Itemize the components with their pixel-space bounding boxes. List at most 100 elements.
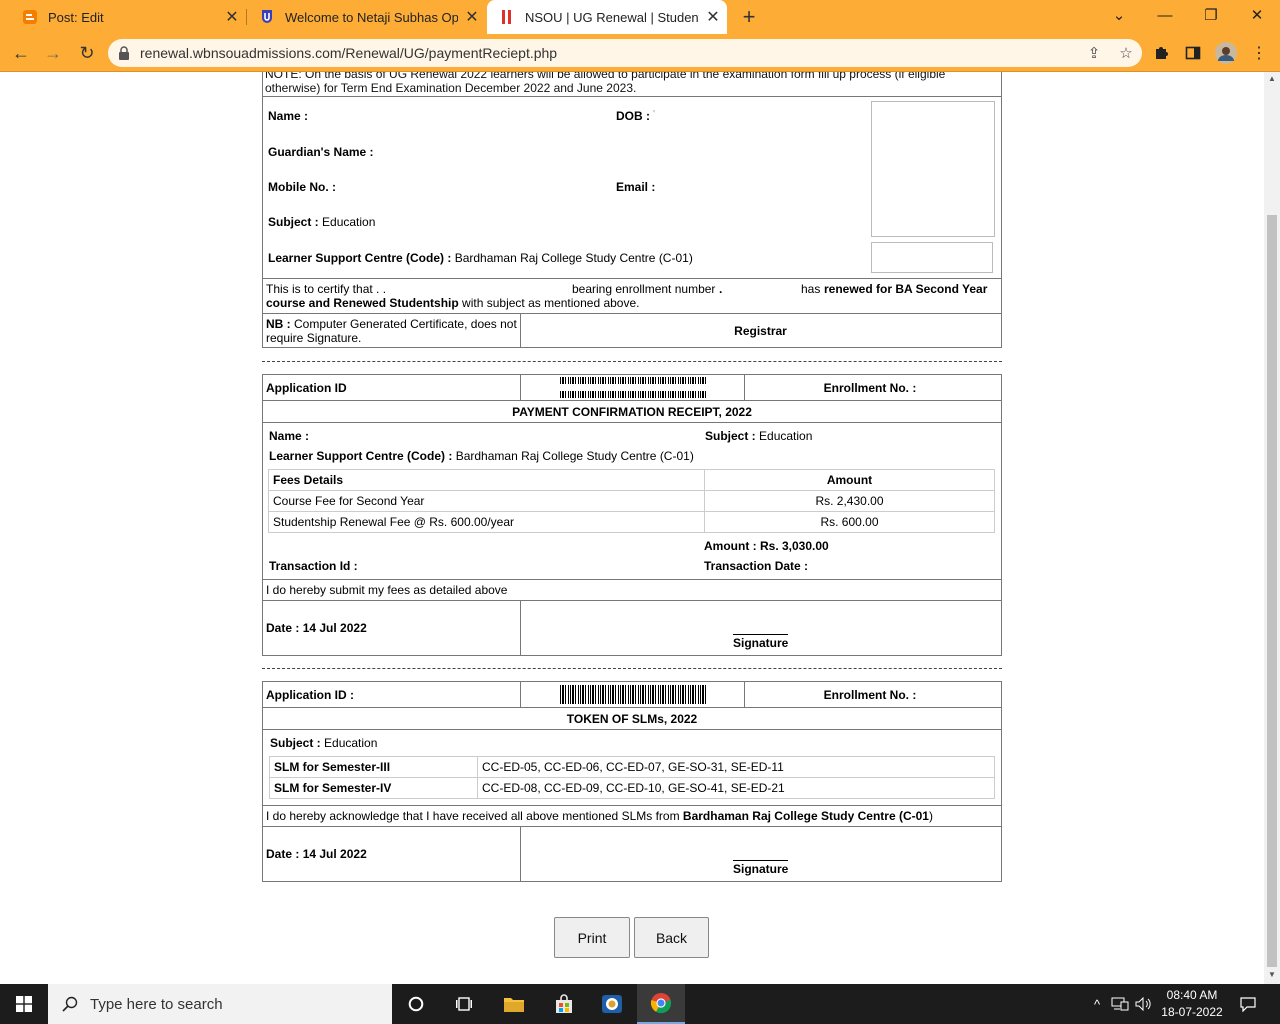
payment-name-label: Name : [269,429,310,443]
photo-app-icon[interactable] [588,984,636,1024]
slm-codes: CC-ED-05, CC-ED-06, CC-ED-07, GE-SO-31, … [477,756,995,778]
certify-renewed-text: renewed for BA Second Year [824,282,988,296]
divider [520,600,521,656]
scrollbar-thumb[interactable] [1267,215,1277,967]
profile-avatar[interactable] [1213,40,1239,66]
microsoft-store-icon[interactable] [540,984,588,1024]
search-icon [62,996,78,1012]
forward-arrow-icon[interactable]: → [40,40,66,66]
email-label: Email : [616,180,656,194]
payment-subject-row: Subject : Education [705,429,812,443]
close-tab-icon[interactable]: ✕ [699,7,727,27]
payment-subject-label: Subject : [705,429,756,443]
certificate-note: NOTE: On the basis of UG Renewal 2022 le… [265,72,998,95]
new-tab-button[interactable]: + [737,4,761,30]
fee-amount: Rs. 2,430.00 [704,490,995,512]
chrome-menu-icon[interactable]: ⋮ [1246,40,1272,66]
payment-date-value: 14 Jul 2022 [302,621,367,635]
divider [262,579,1002,580]
bookmark-star-icon[interactable]: ☆ [1110,44,1142,62]
divider [262,600,1002,601]
volume-icon[interactable] [1132,984,1156,1024]
clock-time: 08:40 AM [1166,988,1218,1002]
payment-heading: PAYMENT CONFIRMATION RECEIPT, 2022 [512,405,752,419]
reload-icon[interactable]: ↻ [74,40,100,66]
tab-netaji-subhas[interactable]: Welcome to Netaji Subhas Open ✕ [247,0,486,34]
slm-table: SLM for Semester-III CC-ED-05, CC-ED-06,… [269,756,995,799]
token-heading: TOKEN OF SLMs, 2022 [566,712,698,726]
payment-lsc-row: Learner Support Centre (Code) : Bardhama… [269,449,694,463]
minimize-button[interactable]: — [1142,0,1188,30]
tab-title: NSOU | UG Renewal | Studentship [525,9,699,25]
close-tab-icon[interactable]: ✕ [458,7,486,27]
print-button[interactable]: Print [554,917,630,958]
scroll-down-arrow-icon[interactable]: ▼ [1264,968,1280,982]
windows-start-icon[interactable] [0,984,48,1024]
fee-item: Course Fee for Second Year [268,490,705,512]
table-row: Studentship Renewal Fee @ Rs. 600.00/yea… [268,511,995,533]
chrome-taskbar-icon[interactable] [637,984,685,1024]
task-view-icon[interactable] [440,984,488,1024]
cut-line [262,668,1002,669]
url-text: renewal.wbnsouadmissions.com/Renewal/UG/… [140,45,558,61]
token-subject-row: Subject : Education [270,736,377,750]
fees-table: Fees Details Amount Course Fee for Secon… [268,469,995,533]
lsc-row: Learner Support Centre (Code) : Bardhama… [268,251,693,265]
certify-part-has: has [801,282,821,296]
side-panel-icon[interactable] [1180,40,1206,66]
cut-line [262,361,1002,362]
cortana-icon[interactable] [392,984,440,1024]
tray-chevron-up-icon[interactable]: ^ [1086,984,1108,1024]
nb-line-1: Computer Generated Certificate, does not [294,317,517,331]
payment-lsc-label: Learner Support Centre (Code) : [269,449,453,463]
payment-app-id-label: Application ID [266,381,347,395]
payment-barcode [560,391,707,398]
scroll-up-arrow-icon[interactable]: ▲ [1264,72,1280,86]
photo-placeholder [871,101,995,237]
clock-date: 18-07-2022 [1161,1005,1223,1019]
tab-search-chevron-icon[interactable]: ⌄ [1096,0,1142,30]
lsc-label: Learner Support Centre (Code) : [268,251,452,265]
token-app-id-label: Application ID : [266,688,354,702]
token-date-value: 14 Jul 2022 [302,847,367,861]
divider [262,422,1002,423]
taskbar-clock[interactable]: 08:40 AM 18-07-2022 [1156,987,1228,1021]
tab-post-edit[interactable]: Post: Edit ✕ [0,0,246,34]
restore-button[interactable]: ❐ [1188,0,1234,30]
network-icon[interactable] [1108,984,1132,1024]
page-scrollbar[interactable]: ▲ ▼ [1264,72,1280,984]
tab-title: Post: Edit [48,9,104,25]
divider [262,313,1002,314]
divider [262,400,1002,401]
fee-amount: Rs. 600.00 [704,511,995,533]
payment-barcode [560,377,707,384]
token-signature: Signature [733,860,789,876]
share-icon[interactable]: ⇪ [1078,44,1110,62]
slm-semester: SLM for Semester-IV [269,777,478,799]
certify-line-2: course and Renewed Studentship with subj… [266,296,996,310]
payment-signature-label: Signature [733,634,789,650]
nb-line-2: require Signature. [266,331,362,345]
divider [520,681,521,707]
subject-value: Education [322,215,376,229]
fee-item: Studentship Renewal Fee @ Rs. 600.00/yea… [268,511,705,533]
back-arrow-icon[interactable]: ← [8,40,34,66]
mobile-label: Mobile No. : [268,180,336,194]
payment-signature: Signature [733,634,789,650]
divider [262,96,1002,97]
dob-value: ' [653,109,655,120]
notification-icon[interactable] [1232,984,1264,1024]
payment-enrollment-label: Enrollment No. : [823,381,917,395]
close-window-button[interactable]: ✕ [1234,0,1280,30]
address-bar[interactable]: renewal.wbnsouadmissions.com/Renewal/UG/… [108,39,1142,67]
token-subject-label: Subject : [270,736,321,750]
registrar-label: Registrar [734,324,787,338]
blogger-icon [22,9,38,25]
file-explorer-icon[interactable] [490,984,538,1024]
tab-nsou-ug-renewal[interactable]: NSOU | UG Renewal | Studentship ✕ [487,0,727,34]
close-tab-icon[interactable]: ✕ [218,7,246,27]
taskbar-search-box[interactable]: Type here to search [48,984,392,1024]
payment-total: Amount : Rs. 3,030.00 [704,539,829,553]
back-button[interactable]: Back [634,917,709,958]
extensions-puzzle-icon[interactable] [1148,40,1174,66]
